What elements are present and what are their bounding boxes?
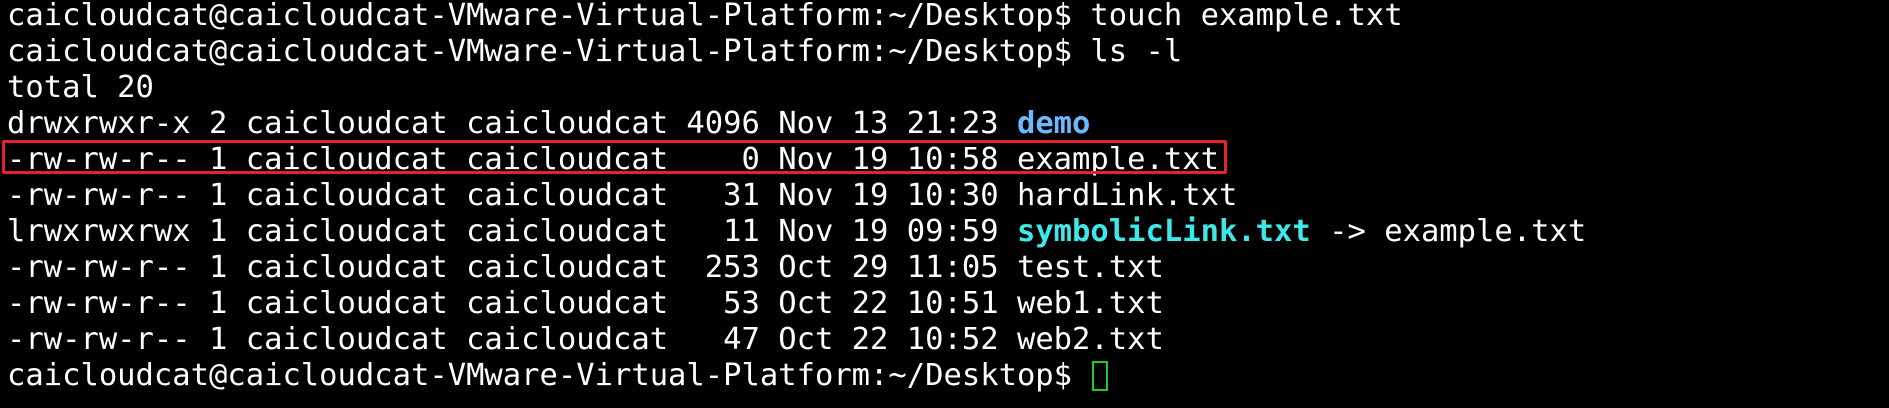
listing-row-test: -rw-rw-r-- 1 caicloudcat caicloudcat 253… [7,250,1164,286]
prompt: caicloudcat@caicloudcat-VMware-Virtual-P… [7,358,1073,393]
file-metadata: lrwxrwxrwx 1 caicloudcat caicloudcat 11 … [7,214,1017,249]
listing-row-web1: -rw-rw-r-- 1 caicloudcat caicloudcat 53 … [7,286,1164,322]
prompt: caicloudcat@caicloudcat-VMware-Virtual-P… [7,34,1073,69]
file-name: test.txt [1016,250,1164,285]
file-metadata: -rw-rw-r-- 1 caicloudcat caicloudcat 47 … [7,322,1017,357]
highlight-annotation-box [2,140,1227,174]
command-text: ls -l [1090,34,1183,69]
file-metadata: drwxrwxr-x 2 caicloudcat caicloudcat 409… [7,106,1017,141]
command-line-touch: caicloudcat@caicloudcat-VMware-Virtual-P… [7,0,1403,34]
file-name: web2.txt [1016,322,1164,357]
listing-row-symboliclink: lrwxrwxrwx 1 caicloudcat caicloudcat 11 … [7,214,1586,250]
command-text: touch example.txt [1090,0,1403,33]
active-prompt-line[interactable]: caicloudcat@caicloudcat-VMware-Virtual-P… [7,358,1109,394]
file-name: web1.txt [1016,286,1164,321]
listing-row-hardlink: -rw-rw-r-- 1 caicloudcat caicloudcat 31 … [7,178,1237,214]
file-metadata: -rw-rw-r-- 1 caicloudcat caicloudcat 53 … [7,286,1017,321]
command-line-ls: caicloudcat@caicloudcat-VMware-Virtual-P… [7,34,1182,70]
terminal-cursor[interactable] [1092,361,1109,391]
file-metadata: -rw-rw-r-- 1 caicloudcat caicloudcat 31 … [7,178,1017,213]
listing-row-demo: drwxrwxr-x 2 caicloudcat caicloudcat 409… [7,106,1090,142]
prompt: caicloudcat@caicloudcat-VMware-Virtual-P… [7,0,1073,33]
terminal-window[interactable]: caicloudcat@caicloudcat-VMware-Virtual-P… [0,0,1889,408]
symlink-name: symbolicLink.txt [1016,214,1311,249]
directory-name: demo [1016,106,1091,141]
symlink-target: -> example.txt [1310,214,1587,249]
file-metadata: -rw-rw-r-- 1 caicloudcat caicloudcat 253… [7,250,1017,285]
total-line: total 20 [7,70,154,105]
listing-row-web2: -rw-rw-r-- 1 caicloudcat caicloudcat 47 … [7,322,1164,358]
file-name: hardLink.txt [1016,178,1238,213]
